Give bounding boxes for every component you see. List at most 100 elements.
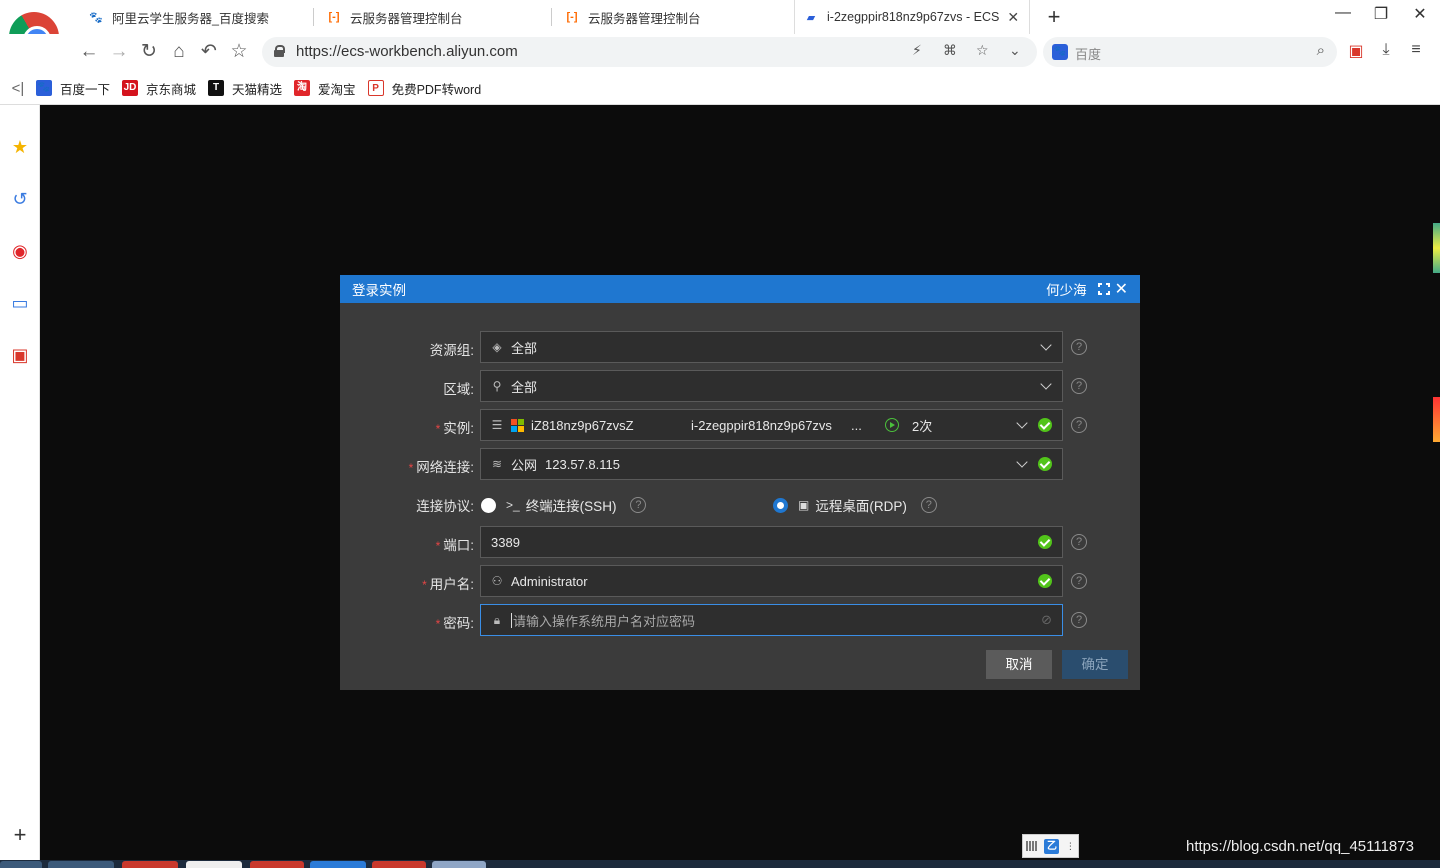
- instance-row: * 实例: ☰ iZ818nz9p67zvsZ i-2zegppir818nz9p…: [340, 409, 1140, 441]
- baidu-paw-icon: 🐾: [89, 11, 103, 24]
- bookmark-aitaobao[interactable]: 淘 爱淘宝: [294, 79, 356, 98]
- tab-console-2[interactable]: [-] 云服务器管理控制台: [556, 0, 790, 34]
- chevron-down-icon[interactable]: [1040, 339, 1052, 351]
- monitor-icon: ▣: [798, 498, 810, 512]
- ime-icon[interactable]: 乙: [1044, 838, 1060, 854]
- reload-icon[interactable]: ↻: [136, 38, 162, 66]
- favorite-star-icon[interactable]: ☆: [976, 42, 989, 59]
- new-tab-button[interactable]: +: [1043, 4, 1065, 30]
- search-icon[interactable]: ⌕: [1317, 42, 1325, 59]
- close-icon[interactable]: ✕: [1115, 279, 1128, 299]
- tab-close-icon[interactable]: ✕: [1007, 9, 1019, 26]
- running-icon: [885, 418, 899, 432]
- port-value: 3389: [491, 534, 520, 550]
- tab-console-1[interactable]: [-] 云服务器管理控制台: [318, 0, 552, 34]
- forward-icon[interactable]: →: [106, 38, 132, 66]
- resource-group-value: 全部: [511, 340, 538, 356]
- search-box[interactable]: 🐾 百度 ⌕: [1043, 37, 1337, 67]
- chevron-down-icon[interactable]: [1016, 456, 1028, 468]
- close-window-icon[interactable]: ✕: [1408, 4, 1432, 24]
- chevron-down-icon[interactable]: ⋮: [1066, 841, 1075, 852]
- username-row: * 用户名: ⚇ Administrator ?: [340, 565, 1140, 597]
- translate-icon[interactable]: ⌘: [943, 42, 957, 59]
- resource-group-select[interactable]: ◈ 全部: [480, 331, 1063, 363]
- bookmark-pdf[interactable]: P 免费PDF转word: [367, 79, 481, 98]
- menu-icon[interactable]: ≡: [1405, 41, 1427, 59]
- maximize-icon[interactable]: [1097, 283, 1110, 295]
- pdf-icon[interactable]: ▣: [8, 343, 32, 367]
- taskbar-item[interactable]: [0, 861, 42, 868]
- back-icon[interactable]: ←: [76, 38, 102, 66]
- bookmark-baidu[interactable]: 🐾 百度一下: [36, 79, 110, 98]
- protocol-rdp-option[interactable]: ▣ 远程桌面(RDP) ?: [773, 495, 937, 515]
- protocol-ssh-option[interactable]: >_ 终端连接(SSH) ?: [481, 495, 647, 515]
- minimize-icon[interactable]: —: [1331, 4, 1355, 22]
- history-icon[interactable]: ↺: [8, 187, 32, 211]
- reader-icon[interactable]: ▭: [8, 291, 32, 315]
- taskbar-item[interactable]: [48, 861, 114, 868]
- home-icon[interactable]: ⌂: [166, 38, 192, 66]
- download-icon[interactable]: ⤓: [1375, 41, 1397, 59]
- browser-sidebar: ★ ↺ ◉ ▭ ▣ +: [0, 105, 40, 868]
- bookmark-star-icon[interactable]: ☆: [226, 38, 252, 66]
- lightning-icon[interactable]: ⚡: [912, 42, 922, 59]
- help-icon[interactable]: ?: [1071, 417, 1087, 433]
- taskbar-item[interactable]: [310, 861, 366, 868]
- network-label: * 网络连接:: [408, 460, 474, 475]
- chevron-down-icon[interactable]: [1016, 417, 1028, 429]
- taskbar-item[interactable]: [372, 861, 426, 868]
- region-select[interactable]: ⚲ 全部: [480, 370, 1063, 402]
- instance-more: ...: [851, 417, 862, 433]
- help-icon[interactable]: ?: [1071, 534, 1087, 550]
- username-input[interactable]: ⚇ Administrator: [480, 565, 1063, 597]
- network-select[interactable]: ≋ 公网 123.57.8.115: [480, 448, 1063, 480]
- cancel-button[interactable]: 取消: [986, 650, 1052, 679]
- taskbar-item[interactable]: [250, 861, 304, 868]
- address-bar[interactable]: https://ecs-workbench.aliyun.com ⚡ ⌘ ☆ ⌄: [262, 37, 1037, 67]
- network-row: * 网络连接: ≋ 公网 123.57.8.115: [340, 448, 1140, 480]
- sidebar-toggle-icon[interactable]: <|: [0, 80, 36, 97]
- search-input[interactable]: 百度: [1075, 44, 1101, 63]
- add-sidebar-item-icon[interactable]: +: [8, 822, 32, 848]
- restore-icon[interactable]: ❐: [1369, 4, 1393, 24]
- rdp-radio[interactable]: [773, 497, 788, 513]
- bookmark-jd[interactable]: JD 京东商城: [122, 79, 196, 98]
- protocol-label: 连接协议:: [416, 499, 474, 514]
- check-icon: [1038, 457, 1052, 471]
- resource-group-row: 资源组: ◈ 全部 ?: [340, 331, 1140, 363]
- pdf-icon[interactable]: ▣: [1345, 41, 1367, 61]
- chevron-down-icon[interactable]: [1040, 378, 1052, 390]
- help-icon[interactable]: ?: [1071, 339, 1087, 355]
- drag-handle-icon[interactable]: [1026, 841, 1039, 851]
- weibo-icon[interactable]: ◉: [8, 239, 32, 263]
- taskbar-item[interactable]: [122, 861, 178, 868]
- ime-toolbar[interactable]: 乙 ⋮: [1022, 834, 1079, 858]
- help-icon[interactable]: ?: [920, 497, 937, 513]
- eye-hidden-icon[interactable]: ⊘: [1041, 612, 1052, 628]
- favorites-star-icon[interactable]: ★: [8, 135, 32, 159]
- aliyun-bracket-icon: [-]: [328, 11, 340, 23]
- bookmark-tmall[interactable]: T 天猫精选: [208, 79, 282, 98]
- scroll-indicator: [1433, 397, 1440, 442]
- ssh-radio[interactable]: [481, 497, 496, 513]
- login-instance-dialog: 登录实例 何少海 ✕ 资源组: ◈ 全部 ? 区域: ⚲ 全部 ? * 实例: …: [340, 275, 1140, 690]
- confirm-button[interactable]: 确定: [1062, 650, 1128, 679]
- username-value: Administrator: [511, 573, 588, 589]
- chevron-down-icon[interactable]: ⌄: [1009, 42, 1021, 59]
- tab-baidu-search[interactable]: 🐾 阿里云学生服务器_百度搜索: [80, 0, 314, 34]
- help-icon[interactable]: ?: [1071, 378, 1087, 394]
- undo-close-icon[interactable]: ↶: [196, 38, 222, 66]
- layers-icon: ◈: [492, 340, 502, 354]
- help-icon[interactable]: ?: [1071, 612, 1087, 628]
- tab-ecs-workbench[interactable]: ▰ i-2zegppir818nz9p67zvs - ECS ✕: [794, 0, 1030, 34]
- instance-select[interactable]: ☰ iZ818nz9p67zvsZ i-2zegppir818nz9p67zvs…: [480, 409, 1063, 441]
- help-icon[interactable]: ?: [630, 497, 647, 513]
- url-text[interactable]: https://ecs-workbench.aliyun.com: [296, 43, 518, 60]
- text-cursor: [511, 612, 512, 628]
- help-icon[interactable]: ?: [1071, 573, 1087, 589]
- taskbar-item[interactable]: [186, 861, 242, 868]
- pdf-icon: P: [367, 80, 384, 96]
- password-input[interactable]: 🔒︎ 请输入操作系统用户名对应密码 ⊘: [480, 604, 1063, 636]
- taskbar-item[interactable]: [432, 861, 486, 868]
- port-input[interactable]: 3389: [480, 526, 1063, 558]
